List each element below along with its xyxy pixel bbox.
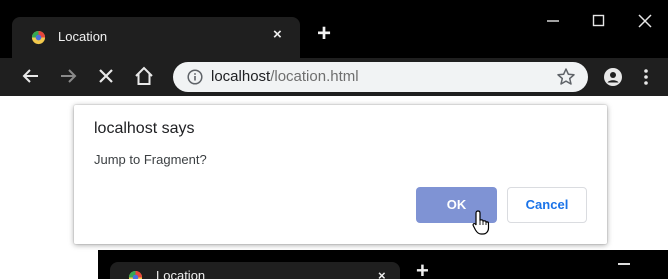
forward-arrow-icon[interactable] <box>57 65 79 87</box>
star-icon[interactable] <box>556 67 576 87</box>
url-text: localhost/location.html <box>211 68 359 85</box>
maximize-icon <box>592 14 605 27</box>
browser-title-bar: Location × + <box>0 0 668 58</box>
chrome-favicon-icon <box>128 270 143 279</box>
background-tab-location[interactable]: Location × <box>110 262 400 279</box>
address-bar[interactable]: localhost/location.html <box>173 62 588 92</box>
maximize-button[interactable] <box>576 0 622 40</box>
back-arrow-icon[interactable] <box>20 65 42 87</box>
close-icon <box>638 14 652 28</box>
tab-title: Location <box>58 29 108 44</box>
tab-close-icon[interactable]: × <box>273 26 282 43</box>
background-tab-title: Location <box>156 268 206 279</box>
background-tab-close-icon[interactable]: × <box>378 268 386 279</box>
background-minimize-icon[interactable] <box>618 263 630 265</box>
url-path: /location.html <box>270 68 359 85</box>
background-new-tab-button[interactable]: + <box>416 260 429 279</box>
tab-location[interactable]: Location × <box>12 17 300 58</box>
browser-toolbar: localhost/location.html <box>0 58 668 96</box>
info-icon[interactable] <box>187 69 203 85</box>
dialog-title: localhost says <box>94 120 195 137</box>
menu-icon[interactable] <box>643 68 649 86</box>
stop-icon[interactable] <box>95 65 117 87</box>
alert-dialog: localhost says Jump to Fragment? OK Canc… <box>74 105 607 244</box>
close-window-button[interactable] <box>622 0 668 40</box>
minimize-icon <box>547 20 559 22</box>
minimize-button[interactable] <box>530 0 576 40</box>
url-host: localhost <box>211 68 271 85</box>
home-icon[interactable] <box>133 65 155 87</box>
dialog-message: Jump to Fragment? <box>94 152 207 167</box>
cancel-button[interactable]: Cancel <box>507 187 587 223</box>
chrome-favicon-icon <box>31 30 46 45</box>
background-browser-window: Location × + <box>98 250 668 279</box>
new-tab-button[interactable]: + <box>317 22 331 46</box>
mouse-pointer-icon <box>472 210 490 235</box>
account-icon[interactable] <box>603 67 623 87</box>
